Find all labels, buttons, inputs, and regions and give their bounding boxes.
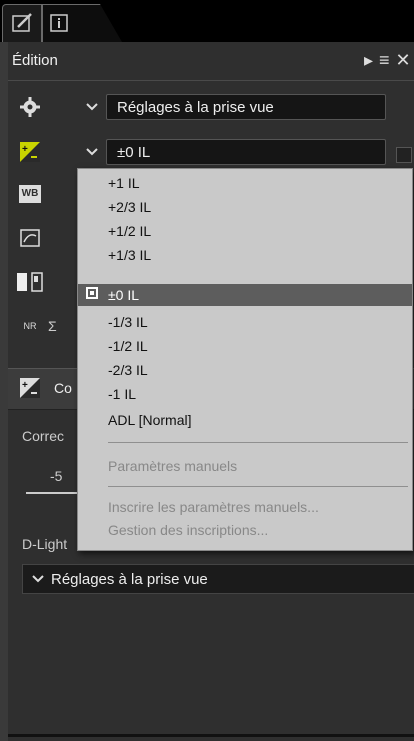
svg-text:+: + — [22, 380, 28, 391]
menu-item-plus-2-3[interactable]: +2/3 IL — [108, 199, 151, 215]
panel-header-icons: ▸≡✕ — [364, 50, 414, 71]
menu-item-minus-1-2[interactable]: -1/2 IL — [108, 338, 148, 354]
picture-control-combo[interactable]: Réglages à la prise vue — [106, 94, 386, 120]
exposure-combo[interactable]: ±0 IL — [106, 139, 386, 165]
menu-item-plus-1-3[interactable]: +1/3 IL — [108, 247, 151, 263]
exposure-dropdown-menu: +1 IL +2/3 IL +1/2 IL +1/3 IL ±0 IL -1/3… — [77, 168, 413, 551]
color-moire-icon[interactable] — [16, 268, 44, 296]
correction-min-label: -5 — [50, 468, 63, 484]
edit-icon — [12, 13, 32, 32]
enable-checkbox[interactable] — [396, 147, 412, 163]
dlighting-value: Réglages à la prise vue — [51, 571, 208, 588]
menu-item-adl-normal[interactable]: ADL [Normal] — [108, 412, 192, 428]
menu-item-minus-1-3[interactable]: -1/3 IL — [108, 314, 148, 330]
sigma-icon: Ʃ — [48, 318, 57, 334]
menu-separator — [108, 442, 408, 443]
panel-title: Édition — [12, 52, 58, 69]
nr-label: NR — [23, 321, 37, 331]
exposure-compensation-icon[interactable]: + — [16, 138, 44, 166]
menu-item-manual-params[interactable]: Paramètres manuels — [108, 458, 237, 474]
selected-check-icon — [86, 287, 98, 299]
tab-edit[interactable] — [2, 4, 42, 43]
exposure-compensation-icon: + — [16, 374, 44, 402]
menu-item-zero[interactable]: ±0 IL — [108, 287, 139, 303]
dlighting-label: D-Light — [22, 536, 68, 552]
menu-item-manage-registrations[interactable]: Gestion des inscriptions... — [108, 522, 268, 538]
wb-label: WB — [19, 185, 41, 203]
chevron-down-icon[interactable] — [82, 97, 102, 117]
menu-item-plus-1-2[interactable]: +1/2 IL — [108, 223, 151, 239]
chevron-down-icon — [31, 565, 51, 595]
info-icon — [50, 14, 68, 32]
panel-bottom-edge — [8, 734, 414, 737]
noise-reduction-icon[interactable]: NR — [16, 312, 44, 340]
picture-control-icon[interactable] — [16, 224, 44, 252]
menu-item-minus-1[interactable]: -1 IL — [108, 386, 136, 402]
panel-menu-icon[interactable]: ▸≡ — [364, 50, 396, 70]
menu-item-minus-2-3[interactable]: -2/3 IL — [108, 362, 148, 378]
menu-item-plus-1[interactable]: +1 IL — [108, 175, 140, 191]
gear-icon[interactable] — [16, 93, 44, 121]
chevron-down-icon[interactable] — [82, 142, 102, 162]
svg-text:+: + — [22, 144, 28, 155]
section-title: Co — [54, 380, 72, 396]
menu-separator — [108, 486, 408, 487]
title-divider — [8, 80, 414, 81]
correction-label: Correc — [22, 428, 65, 444]
close-icon[interactable]: ✕ — [396, 50, 414, 70]
menu-item-register-manual[interactable]: Inscrire les paramètres manuels... — [108, 499, 319, 515]
white-balance-icon[interactable]: WB — [16, 180, 44, 208]
dlighting-select[interactable]: Réglages à la prise vue — [22, 564, 414, 594]
